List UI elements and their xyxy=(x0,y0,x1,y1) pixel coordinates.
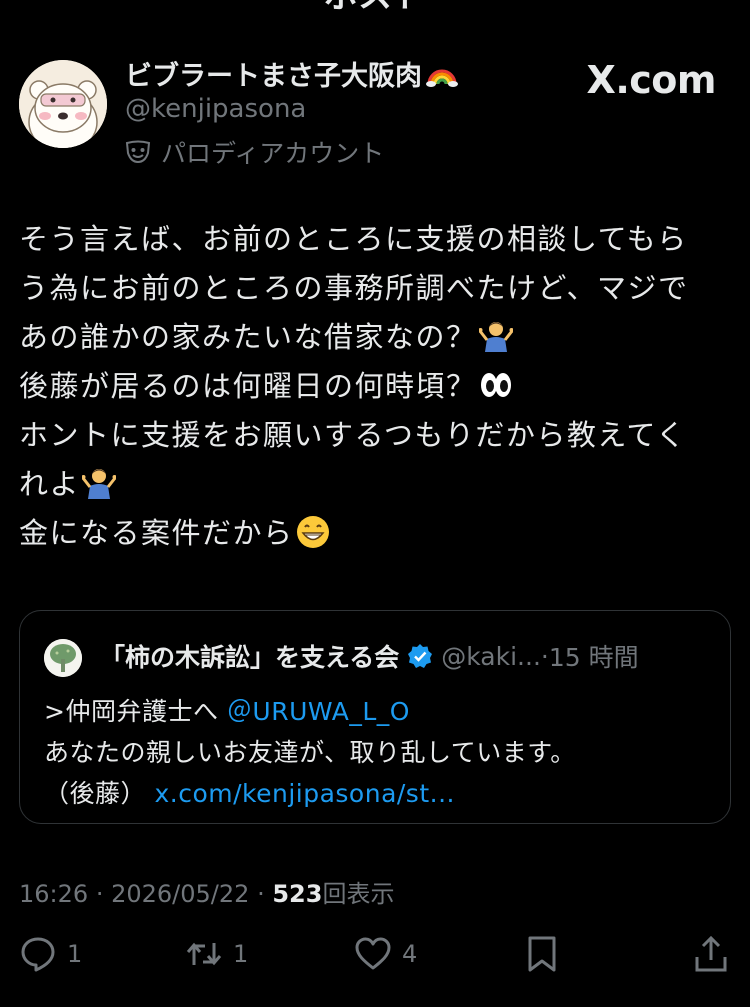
url-link[interactable]: x.com/kenjipasona/st... xyxy=(154,779,455,808)
like-button[interactable]: 4 xyxy=(354,935,417,973)
post-line: そう言えば、お前のところに支援の相談してもら xyxy=(19,222,688,256)
shrug-emoji-icon xyxy=(478,322,513,352)
mention-link[interactable]: ＠URUWA_L_O xyxy=(227,697,410,726)
quoted-author-name[interactable]: 「柿の木訴訟」を支える会 xyxy=(100,638,399,674)
reply-button[interactable]: 1 xyxy=(19,935,82,973)
quoted-post[interactable]: 「柿の木訴訟」を支える会 @kaki... · 15 時間 >仲岡弁護士へ ＠U… xyxy=(19,610,731,824)
share-button[interactable] xyxy=(692,935,730,973)
quoted-header: 「柿の木訴訟」を支える会 @kaki... · 15 時間 xyxy=(100,638,639,674)
parody-mask-icon xyxy=(125,140,151,164)
avatar-image xyxy=(19,60,107,148)
separator-dot: · xyxy=(540,641,549,671)
post-line: う為にお前のところの事務所調べたけど、マジで xyxy=(19,271,689,305)
author-display-name[interactable]: ビブラートまさ子大阪肉 xyxy=(125,54,458,95)
post-line-7: 金になる案件だから xyxy=(19,509,731,558)
source-label: X.com xyxy=(586,58,717,102)
eyes-emoji-icon xyxy=(480,373,511,397)
quoted-time: 15 時間 xyxy=(548,643,639,672)
post-date: 2026/05/22 xyxy=(111,880,250,908)
shrug-emoji-icon xyxy=(82,469,117,499)
author-handle[interactable]: @kenjipasona xyxy=(125,94,306,124)
views-label: 回表示 xyxy=(322,880,395,908)
repost-count: 1 xyxy=(233,940,249,968)
persimmon-tree-icon xyxy=(44,639,82,677)
verified-badge-icon xyxy=(408,644,433,668)
quoted-avatar xyxy=(44,639,82,677)
bookmark-icon xyxy=(528,936,556,972)
repost-icon xyxy=(186,942,222,966)
quoted-handle: @kaki... xyxy=(441,641,541,671)
action-bar: 1 1 4 xyxy=(0,935,750,985)
avatar[interactable] xyxy=(19,60,107,148)
reply-icon xyxy=(21,937,55,972)
parody-label: パロディアカウント xyxy=(125,134,384,170)
post-line: ホントに支援をお願いするつもりだから教えてく xyxy=(19,418,687,452)
share-icon xyxy=(695,935,727,972)
post-line-6: れよ xyxy=(19,460,731,509)
like-count: 4 xyxy=(402,940,418,968)
page-title: ポスト xyxy=(0,0,750,17)
post-line-3: あの誰かの家みたいな借家なの？ xyxy=(19,313,731,362)
top-bar: ‹ ポスト xyxy=(0,0,750,16)
reply-count: 1 xyxy=(67,940,83,968)
grinning-face-emoji-icon xyxy=(296,516,329,548)
post-text: そう言えば、お前のところに支援の相談してもら う為にお前のところの事務所調べたけ… xyxy=(19,215,731,558)
views-count: 523 xyxy=(272,880,323,908)
bookmark-button[interactable] xyxy=(523,935,561,973)
post-meta: 16:26 · 2026/05/22 · 523回表示 xyxy=(19,880,395,908)
rainbow-icon xyxy=(426,58,458,95)
post-line-4: 後藤が居るのは何曜日の何時頃？ xyxy=(19,362,731,411)
quoted-text: >仲岡弁護士へ ＠URUWA_L_O あなたの親しいお友達が、取り乱しています。… xyxy=(44,697,576,808)
post-time: 16:26 xyxy=(19,880,89,908)
heart-icon xyxy=(355,937,391,970)
repost-button[interactable]: 1 xyxy=(185,935,248,973)
